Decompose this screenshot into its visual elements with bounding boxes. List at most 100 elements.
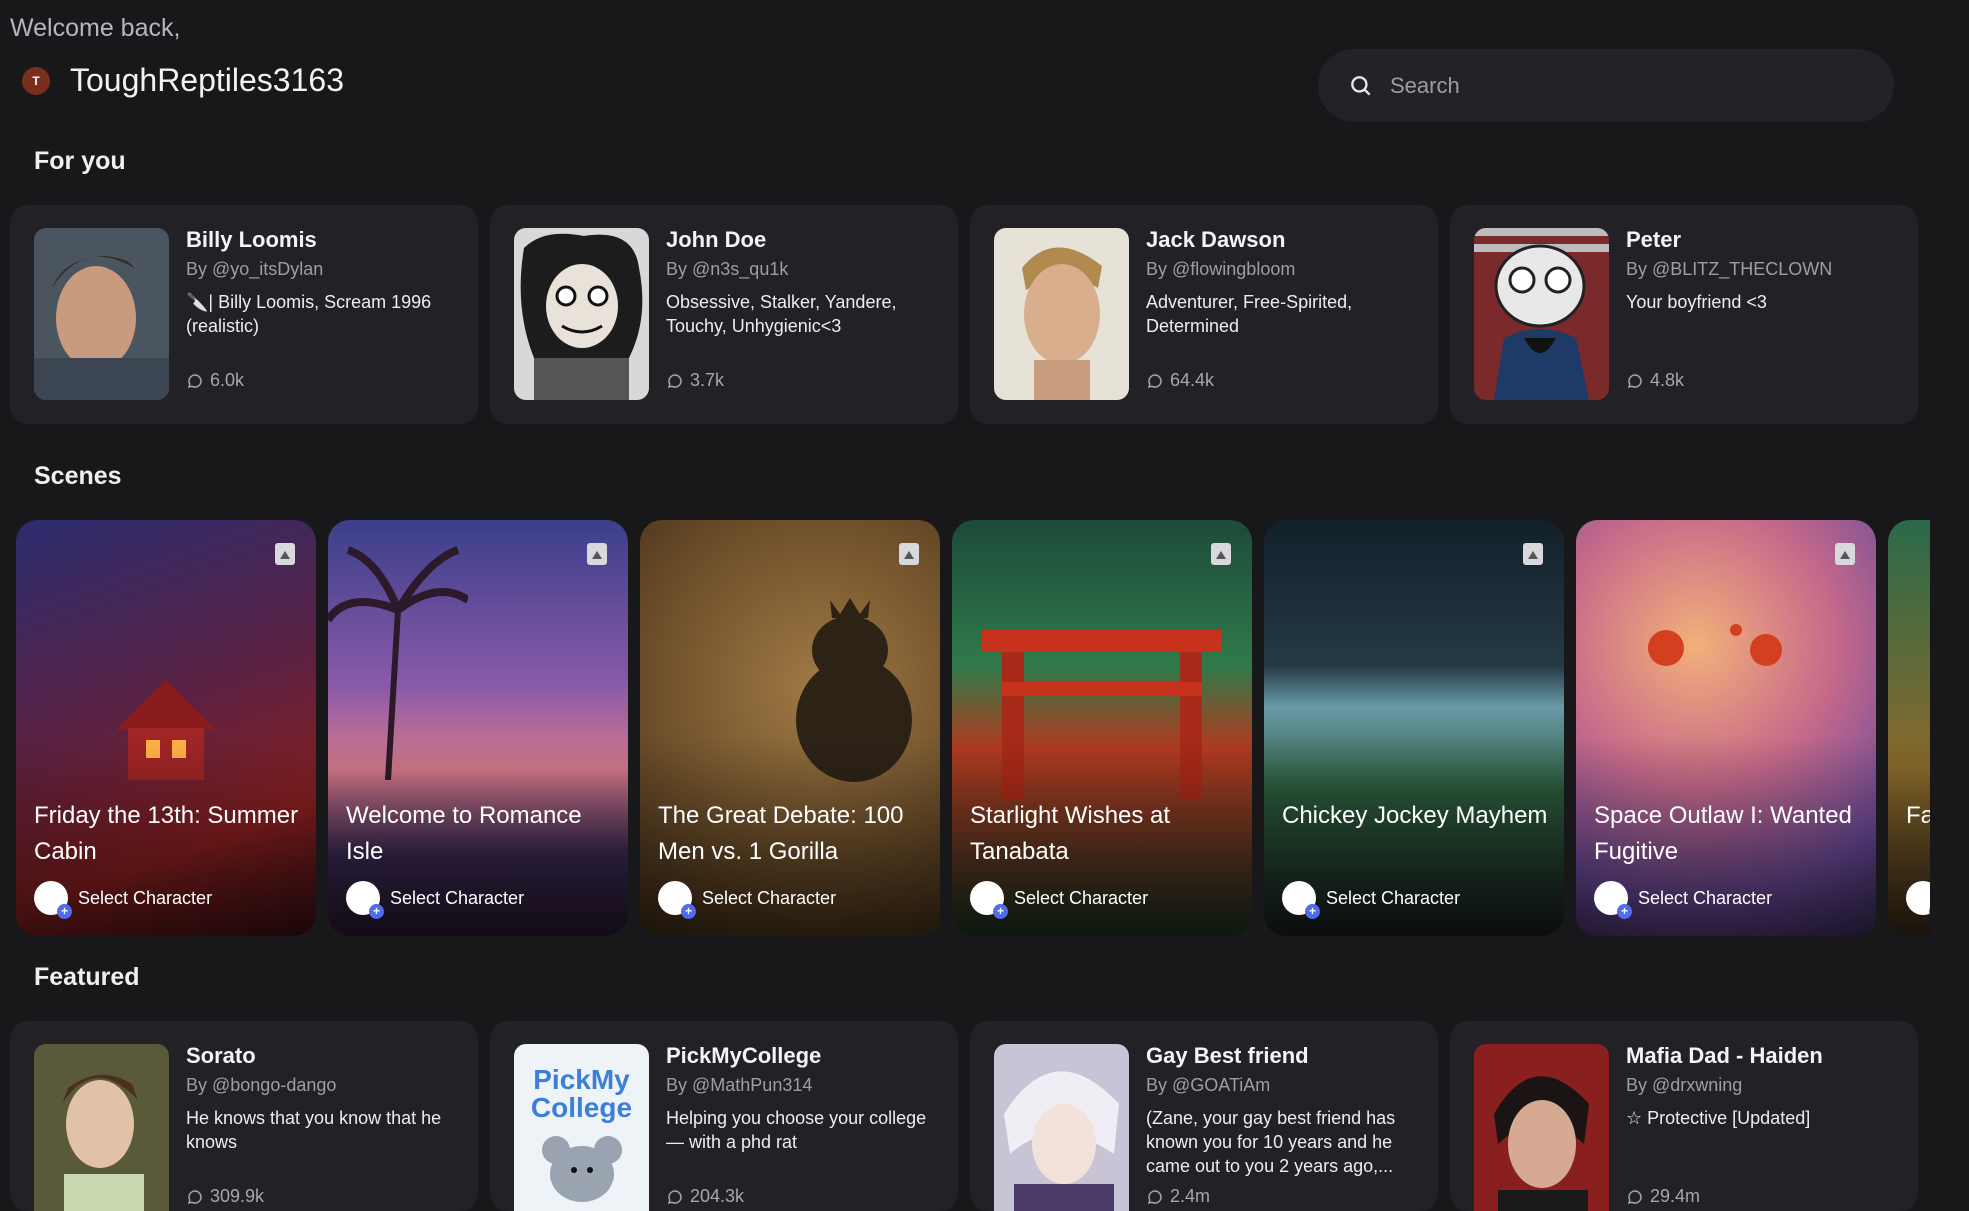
chat-bubble-icon <box>1147 373 1162 388</box>
scene-title: Starlight Wishes at Tanabata <box>970 802 1171 865</box>
featured-row: Sorato By @bongo-dango He knows that you… <box>10 1021 1918 1211</box>
select-character-button[interactable]: + Select Character <box>346 881 525 919</box>
chat-count: 64.4k <box>1146 370 1214 391</box>
character-name: Gay Best friend <box>1146 1043 1309 1068</box>
scene-title: Chickey Jockey Mayhem <box>1282 802 1548 829</box>
character-name: Billy Loomis <box>186 227 317 252</box>
search-input[interactable] <box>1388 71 1852 100</box>
character-description: Obsessive, Stalker, Yandere, Touchy, Unh… <box>666 292 897 336</box>
chat-count: 4.8k <box>1626 370 1684 391</box>
character-name: John Doe <box>666 227 767 252</box>
scenes-carousel[interactable]: Friday the 13th: Summer Cabin + Select Ch… <box>16 520 1930 938</box>
select-character-label: Select Character <box>1326 887 1461 908</box>
search-icon <box>1351 75 1371 96</box>
chat-bubble-icon <box>667 1189 682 1204</box>
chat-bubble-icon <box>187 1189 202 1204</box>
character-description: Your boyfriend <3 <box>1626 292 1767 312</box>
character-avatar <box>34 228 169 400</box>
pickmycollege-logo-text: PickMy College <box>530 1064 633 1123</box>
welcome-text: Welcome back, <box>10 14 181 42</box>
profile-add-icon: + <box>658 881 696 919</box>
character-author[interactable]: By @yo_itsDylan <box>186 259 458 280</box>
search-bar[interactable] <box>1318 49 1894 122</box>
scene-card[interactable]: Chickey Jockey Mayhem + Select Character <box>1264 520 1564 936</box>
character-card[interactable]: Billy Loomis By @yo_itsDylan 🔪| Billy Lo… <box>10 205 478 424</box>
character-card[interactable]: John Doe By @n3s_qu1k Obsessive, Stalker… <box>490 205 958 424</box>
user-avatar[interactable]: T <box>22 66 50 95</box>
character-description: Adventurer, Free-Spirited, Determined <box>1146 292 1353 336</box>
chat-bubble-icon <box>1627 373 1642 388</box>
scene-title: Welcome to Romance Isle <box>346 802 582 865</box>
chat-bubble-icon <box>1147 1189 1162 1204</box>
scene-title: Fa <box>1906 802 1930 829</box>
character-author[interactable]: By @MathPun314 <box>666 1075 938 1096</box>
select-character-label: Select Character <box>1014 887 1149 908</box>
section-title-scenes: Scenes <box>34 462 122 490</box>
scene-badge-icon <box>275 543 295 565</box>
character-author[interactable]: By @drxwning <box>1626 1075 1898 1096</box>
character-author[interactable]: By @flowingbloom <box>1146 259 1418 280</box>
character-card[interactable]: Jack Dawson By @flowingbloom Adventurer,… <box>970 205 1438 424</box>
profile-add-icon: + <box>34 881 72 919</box>
chat-count-value: 3.7k <box>690 370 725 390</box>
character-description: ☆ Protective [Updated] <box>1626 1108 1811 1128</box>
chat-count: 3.7k <box>666 370 724 391</box>
character-name: Sorato <box>186 1043 256 1068</box>
character-card[interactable]: Mafia Dad - Haiden By @drxwning ☆ Protec… <box>1450 1021 1918 1211</box>
character-avatar <box>34 1044 169 1211</box>
scene-title: Friday the 13th: Summer Cabin <box>34 802 299 865</box>
character-author[interactable]: By @n3s_qu1k <box>666 259 938 280</box>
character-card[interactable]: PickMy College PickMyCollege By @MathPun… <box>490 1021 958 1211</box>
character-avatar <box>1474 1044 1609 1211</box>
user-profile[interactable]: T ToughReptiles3163 <box>22 62 344 99</box>
character-name: Peter <box>1626 227 1682 252</box>
character-author[interactable]: By @bongo-dango <box>186 1075 458 1096</box>
scene-card[interactable]: Starlight Wishes at Tanabata + Select Cha… <box>952 520 1252 936</box>
select-character-label: Select Character <box>390 887 525 908</box>
chat-count-value: 4.8k <box>1650 370 1685 390</box>
select-character-button[interactable]: + Select Character <box>658 881 836 919</box>
select-character-label: Select Character <box>1638 887 1773 908</box>
scene-card[interactable]: Fa + <box>1888 520 1930 936</box>
character-description: Helping you choose your college — with a… <box>666 1108 927 1152</box>
character-avatar <box>514 228 649 400</box>
character-description: He knows that you know that he knows <box>186 1108 442 1152</box>
scene-card[interactable]: Welcome to Romance Isle + Select Characte… <box>328 520 628 936</box>
select-character-button[interactable]: + Select Character <box>34 881 212 919</box>
character-name: Jack Dawson <box>1146 227 1286 252</box>
scene-card[interactable]: Space Outlaw I: Wanted Fugitive + Select … <box>1576 520 1876 936</box>
profile-add-icon: + <box>346 881 384 919</box>
scene-card[interactable]: The Great Debate: 100 Men vs. 1 Gorilla … <box>640 520 940 936</box>
scene-card[interactable]: Friday the 13th: Summer Cabin + Select Ch… <box>16 520 316 936</box>
character-avatar <box>994 1044 1129 1211</box>
character-card[interactable]: Gay Best friend By @GOATiAm (Zane, your … <box>970 1021 1438 1211</box>
character-description: 🔪| Billy Loomis, Scream 1996 (realistic) <box>186 292 432 336</box>
scene-badge-icon <box>1835 543 1855 565</box>
profile-add-icon: + <box>1594 881 1632 919</box>
character-author[interactable]: By @GOATiAm <box>1146 1075 1418 1096</box>
select-character-button[interactable]: + Select Character <box>970 881 1149 919</box>
chat-bubble-icon <box>1627 1189 1642 1204</box>
scene-badge-icon <box>899 543 919 565</box>
select-character-button[interactable]: + Select Character <box>1282 881 1461 919</box>
username: ToughReptiles3163 <box>70 62 344 98</box>
character-card[interactable]: Peter By @BLITZ_THECLOWN Your boyfriend … <box>1450 205 1918 424</box>
chat-count-value: 6.0k <box>210 370 245 390</box>
chat-count: 6.0k <box>186 370 244 391</box>
select-character-button[interactable]: + <box>1906 881 1930 919</box>
character-card[interactable]: Sorato By @bongo-dango He knows that you… <box>10 1021 478 1211</box>
for-you-row: Billy Loomis By @yo_itsDylan 🔪| Billy Lo… <box>10 205 1918 424</box>
scene-badge-icon <box>587 543 607 565</box>
select-character-button[interactable]: + Select Character <box>1594 881 1773 919</box>
scene-badge-icon <box>1211 543 1231 565</box>
character-description: (Zane, your gay best friend has known yo… <box>1146 1108 1396 1176</box>
section-title-featured: Featured <box>34 963 140 991</box>
character-avatar: PickMy College <box>514 1044 649 1211</box>
profile-add-icon: + <box>1282 881 1320 919</box>
scene-badge-icon <box>1523 543 1543 565</box>
profile-add-icon: + <box>1906 881 1930 919</box>
character-author[interactable]: By @BLITZ_THECLOWN <box>1626 259 1898 280</box>
character-avatar <box>1474 228 1609 400</box>
scene-title: The Great Debate: 100 Men vs. 1 Gorilla <box>658 802 904 865</box>
character-name: Mafia Dad - Haiden <box>1626 1043 1823 1068</box>
